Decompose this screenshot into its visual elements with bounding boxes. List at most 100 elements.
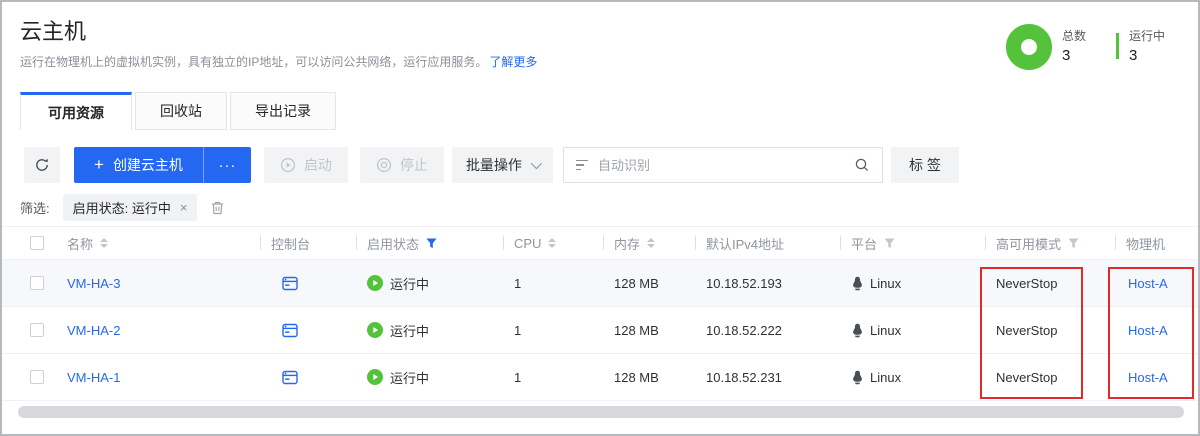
refresh-button[interactable] xyxy=(24,147,60,183)
tab-recycle-bin[interactable]: 回收站 xyxy=(135,92,227,130)
vm-stats: 总数 3 运行中 3 xyxy=(1006,24,1175,70)
stop-button[interactable]: 停止 xyxy=(360,147,444,183)
batch-actions-dropdown[interactable]: 批量操作 xyxy=(452,147,553,183)
platform-cell: Linux xyxy=(851,276,901,291)
memory-value: 128 MB xyxy=(614,323,659,338)
memory-value: 128 MB xyxy=(614,370,659,385)
horizontal-scrollbar xyxy=(2,404,1200,420)
plus-icon: + xyxy=(94,155,104,175)
clear-filters-trash-icon[interactable] xyxy=(210,200,225,216)
console-icon[interactable] xyxy=(282,323,298,338)
sort-icon[interactable] xyxy=(548,238,556,248)
tab-export-records[interactable]: 导出记录 xyxy=(230,92,336,130)
table-row[interactable]: VM-HA-2 运行中 1 128 MB 10.18.52.222 Linux xyxy=(2,307,1200,354)
more-actions-button[interactable]: ··· xyxy=(203,147,251,183)
console-icon[interactable] xyxy=(282,276,298,291)
ha-mode-value: NeverStop xyxy=(996,370,1057,385)
filter-row: 筛选: 启用状态: 运行中 × xyxy=(20,194,225,221)
create-vm-button[interactable]: + 创建云主机 xyxy=(74,147,203,183)
filter-chip-text: 启用状态: 运行中 xyxy=(73,198,171,217)
column-header-status[interactable]: 启用状态 xyxy=(356,234,503,253)
column-header-ipv4: 默认IPv4地址 xyxy=(695,234,840,253)
column-divider xyxy=(503,236,504,250)
running-label: 运行中 xyxy=(1129,27,1175,44)
sort-icon[interactable] xyxy=(100,238,108,248)
sort-icon[interactable] xyxy=(647,238,655,248)
host-link[interactable]: Host-A xyxy=(1128,370,1168,385)
filter-funnel-icon[interactable] xyxy=(1068,238,1079,249)
table-row[interactable]: VM-HA-3 运行中 1 128 MB 10.18.52.193 Linux xyxy=(2,260,1200,307)
search-input[interactable] xyxy=(598,158,854,173)
vm-table: 名称 控制台 启用状态 CPU 内存 xyxy=(2,226,1200,401)
linux-penguin-icon xyxy=(851,276,864,291)
column-divider xyxy=(695,236,696,250)
host-link[interactable]: Host-A xyxy=(1128,323,1168,338)
memory-value: 128 MB xyxy=(614,276,659,291)
column-header-platform[interactable]: 平台 xyxy=(840,234,985,253)
filter-lines-icon xyxy=(576,160,588,171)
refresh-icon xyxy=(34,157,50,173)
start-button[interactable]: 启动 xyxy=(264,147,348,183)
platform-cell: Linux xyxy=(851,323,901,338)
row-checkbox[interactable] xyxy=(30,276,44,290)
row-checkbox[interactable] xyxy=(30,323,44,337)
column-header-host: 物理机 xyxy=(1115,234,1200,253)
tag-button[interactable]: 标 签 xyxy=(891,147,959,183)
vm-name-link[interactable]: VM-HA-3 xyxy=(67,276,120,291)
running-stat: 运行中 3 xyxy=(1129,24,1175,64)
horizontal-scrollbar-thumb[interactable] xyxy=(18,406,1184,418)
ipv4-value: 10.18.52.222 xyxy=(706,323,782,338)
total-stat: 总数 3 xyxy=(1062,24,1108,64)
tab-available-resources[interactable]: 可用资源 xyxy=(20,92,132,130)
tab-bar: 可用资源 回收站 导出记录 xyxy=(20,92,336,130)
filter-funnel-icon-active[interactable] xyxy=(426,238,437,249)
running-value: 3 xyxy=(1129,47,1175,64)
stop-circle-icon xyxy=(376,157,392,173)
column-header-ha-mode[interactable]: 高可用模式 xyxy=(985,234,1115,253)
tag-label: 标 签 xyxy=(909,155,941,175)
page-title: 云主机 xyxy=(20,14,86,46)
total-label: 总数 xyxy=(1062,27,1108,44)
running-color-bar xyxy=(1116,33,1119,59)
column-divider xyxy=(985,236,986,250)
table-header: 名称 控制台 启用状态 CPU 内存 xyxy=(2,226,1200,260)
ipv4-value: 10.18.52.193 xyxy=(706,276,782,291)
status-badge: 运行中 xyxy=(367,321,429,340)
column-header-cpu[interactable]: CPU xyxy=(503,236,603,251)
learn-more-link[interactable]: 了解更多 xyxy=(489,55,537,69)
total-donut-chart xyxy=(1006,24,1052,70)
page-description-text: 运行在物理机上的虚拟机实例，具有独立的IP地址，可以访问公共网络，运行应用服务。 xyxy=(20,55,487,69)
toolbar: + 创建云主机 ··· 启动 停止 批量操作 xyxy=(24,147,959,183)
status-badge: 运行中 xyxy=(367,274,429,293)
column-header-name[interactable]: 名称 xyxy=(58,234,260,253)
total-value: 3 xyxy=(1062,47,1108,64)
column-header-memory[interactable]: 内存 xyxy=(603,234,695,253)
console-icon[interactable] xyxy=(282,370,298,385)
vm-name-link[interactable]: VM-HA-2 xyxy=(67,323,120,338)
select-all-checkbox[interactable] xyxy=(30,236,44,250)
search-icon[interactable] xyxy=(854,157,870,173)
filter-funnel-icon[interactable] xyxy=(884,238,895,249)
search-box[interactable] xyxy=(563,147,883,183)
host-link[interactable]: Host-A xyxy=(1128,276,1168,291)
platform-cell: Linux xyxy=(851,370,901,385)
column-divider xyxy=(840,236,841,250)
filter-label: 筛选: xyxy=(20,198,50,217)
start-label: 启动 xyxy=(304,155,332,175)
filter-chip-status-running[interactable]: 启用状态: 运行中 × xyxy=(63,194,198,221)
chevron-down-icon xyxy=(531,158,542,169)
row-checkbox[interactable] xyxy=(30,370,44,384)
vm-name-link[interactable]: VM-HA-1 xyxy=(67,370,120,385)
ha-mode-value: NeverStop xyxy=(996,276,1057,291)
chip-close-icon[interactable]: × xyxy=(180,200,188,215)
batch-actions-label: 批量操作 xyxy=(466,155,522,175)
cpu-value: 1 xyxy=(514,323,521,338)
create-vm-label: 创建云主机 xyxy=(113,155,183,175)
column-divider xyxy=(1115,236,1116,250)
ha-mode-value: NeverStop xyxy=(996,323,1057,338)
cpu-value: 1 xyxy=(514,370,521,385)
linux-penguin-icon xyxy=(851,323,864,338)
table-row[interactable]: VM-HA-1 运行中 1 128 MB 10.18.52.231 Linux xyxy=(2,354,1200,401)
running-status-icon xyxy=(367,369,383,385)
cpu-value: 1 xyxy=(514,276,521,291)
